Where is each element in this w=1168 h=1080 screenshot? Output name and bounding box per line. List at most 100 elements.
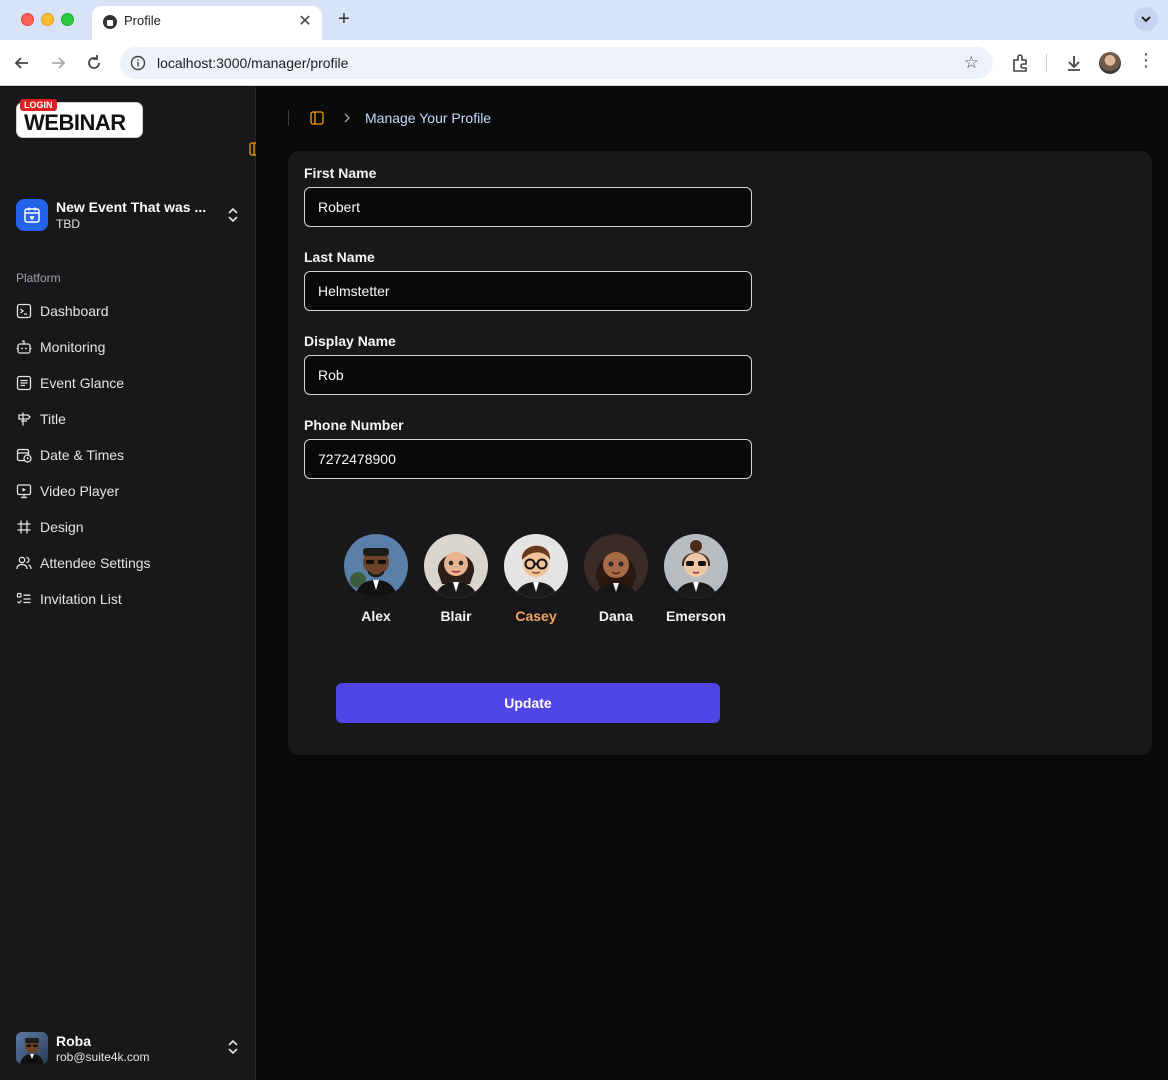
chevrons-up-down-icon — [228, 1039, 238, 1055]
event-icon-box — [16, 199, 48, 231]
update-button[interactable]: Update — [336, 683, 720, 723]
sidebar-item-dashboard[interactable]: Dashboard — [8, 293, 248, 329]
logo-text: WEBINAR — [24, 110, 126, 135]
user-avatar — [16, 1032, 48, 1064]
sidebar-item-title[interactable]: Title — [8, 401, 248, 437]
last-name-input[interactable] — [304, 271, 752, 311]
dashboard-icon — [16, 303, 32, 319]
download-icon[interactable] — [1063, 52, 1085, 74]
tab-close-icon[interactable]: ✕ — [296, 11, 314, 31]
sidebar-item-label: Dashboard — [40, 303, 109, 319]
sidebar-item-attendee-settings[interactable]: Attendee Settings — [8, 545, 248, 581]
avatar-picker: Alex Blair Casey Dana Emerson — [336, 534, 736, 626]
header-divider — [288, 110, 289, 126]
sidebar-item-video-player[interactable]: Video Player — [8, 473, 248, 509]
phone-number-input[interactable] — [304, 439, 752, 479]
sidebar-item-label: Attendee Settings — [40, 555, 151, 571]
browser-menu-icon[interactable]: ⋮ — [1136, 50, 1156, 71]
avatar — [584, 534, 648, 598]
avatar — [664, 534, 728, 598]
avatar-illustration-icon — [20, 1038, 44, 1064]
new-tab-button[interactable]: + — [334, 8, 354, 31]
avatar-name: Casey — [515, 608, 557, 624]
sidebar-item-monitoring[interactable]: Monitoring — [8, 329, 248, 365]
avatar-alex-image-icon — [344, 534, 408, 598]
event-subtitle: TBD — [56, 217, 80, 231]
reload-icon — [88, 55, 100, 69]
browser-toolbar: localhost:3000/manager/profile ☆ ⋮ — [0, 40, 1168, 86]
profile-form-card: First Name Last Name Display Name Phone … — [288, 151, 1152, 755]
url-text: localhost:3000/manager/profile — [157, 55, 349, 71]
forward-button[interactable] — [47, 52, 69, 74]
back-button[interactable] — [11, 52, 33, 74]
avatar-casey-image-icon — [504, 534, 568, 598]
avatar-option-emerson[interactable]: Emerson — [656, 534, 736, 626]
sidebar-item-label: Event Glance — [40, 375, 125, 391]
sidebar-item-design[interactable]: Design — [8, 509, 248, 545]
sidebar-item-label: Invitation List — [40, 591, 122, 607]
avatar — [424, 534, 488, 598]
breadcrumb[interactable]: Manage Your Profile — [365, 110, 491, 126]
avatar-option-alex[interactable]: Alex — [336, 534, 416, 626]
chevron-right-icon — [344, 113, 350, 123]
sidebar-item-invitation-list[interactable]: Invitation List — [8, 581, 248, 617]
event-switcher[interactable]: New Event That was ... TBD — [16, 199, 244, 233]
sidebar-item-label: Design — [40, 519, 84, 535]
tab-search-button[interactable] — [1134, 7, 1158, 31]
chevron-down-icon — [1141, 16, 1151, 23]
hash-icon — [17, 520, 31, 534]
avatar-option-dana[interactable]: Dana — [576, 534, 656, 626]
browser-tab-profile[interactable]: Profile ✕ — [92, 6, 322, 40]
bookmark-star-icon[interactable]: ☆ — [964, 53, 979, 73]
extensions-icon[interactable] — [1009, 52, 1031, 74]
monitor-play-icon — [16, 484, 32, 499]
sidebar-item-date-times[interactable]: Date & Times — [8, 437, 248, 473]
avatar — [504, 534, 568, 598]
avatar-blair-image-icon — [424, 534, 488, 598]
first-name-input[interactable] — [304, 187, 752, 227]
first-name-label: First Name — [304, 165, 377, 181]
user-menu[interactable]: Roba rob@suite4k.com — [16, 1031, 244, 1065]
avatar — [344, 534, 408, 598]
calendar-clock-icon — [16, 448, 32, 463]
address-bar[interactable]: localhost:3000/manager/profile ☆ — [120, 47, 993, 79]
users-icon — [16, 556, 32, 570]
avatar-name: Emerson — [666, 608, 726, 624]
sidebar-item-label: Date & Times — [40, 447, 125, 463]
window-minimize-button[interactable] — [41, 13, 54, 26]
chevrons-up-down-icon — [228, 207, 238, 223]
browser-profile-avatar[interactable] — [1099, 52, 1121, 74]
tab-favicon-icon — [103, 15, 117, 29]
display-name-input[interactable] — [304, 355, 752, 395]
avatar-name: Blair — [440, 608, 472, 624]
main-content: Manage Your Profile First Name Last Name… — [256, 87, 1168, 1080]
sidebar-item-label: Title — [40, 411, 66, 427]
avatar-emerson-image-icon — [664, 534, 728, 598]
sidebar-item-label: Video Player — [40, 483, 120, 499]
tab-title: Profile — [124, 13, 161, 28]
signpost-icon — [18, 412, 31, 426]
list-icon — [16, 375, 32, 391]
avatar-option-blair[interactable]: Blair — [416, 534, 496, 626]
toolbar-divider — [1046, 54, 1047, 72]
user-name: Roba — [56, 1033, 91, 1049]
user-email: rob@suite4k.com — [56, 1050, 150, 1064]
phone-number-label: Phone Number — [304, 417, 404, 433]
list-checks-icon — [16, 592, 31, 604]
last-name-label: Last Name — [304, 249, 375, 265]
app-root: LOGIN WEBINAR New Event That was ... TBD… — [0, 87, 1168, 1080]
panel-left-icon[interactable] — [310, 111, 324, 125]
avatar-name: Dana — [598, 608, 634, 624]
site-info-icon[interactable] — [130, 55, 146, 71]
sidebar-item-event-glance[interactable]: Event Glance — [8, 365, 248, 401]
reload-button[interactable] — [83, 52, 105, 74]
window-zoom-button[interactable] — [61, 13, 74, 26]
window-close-button[interactable] — [21, 13, 34, 26]
app-logo[interactable]: LOGIN WEBINAR — [16, 99, 143, 138]
avatar-option-casey[interactable]: Casey — [496, 534, 576, 626]
avatar-name: Alex — [361, 608, 391, 624]
nav-section-label: Platform — [16, 271, 61, 285]
sidebar-item-label: Monitoring — [40, 339, 106, 355]
sidebar: LOGIN WEBINAR New Event That was ... TBD… — [0, 87, 263, 1080]
bot-icon — [16, 340, 32, 354]
